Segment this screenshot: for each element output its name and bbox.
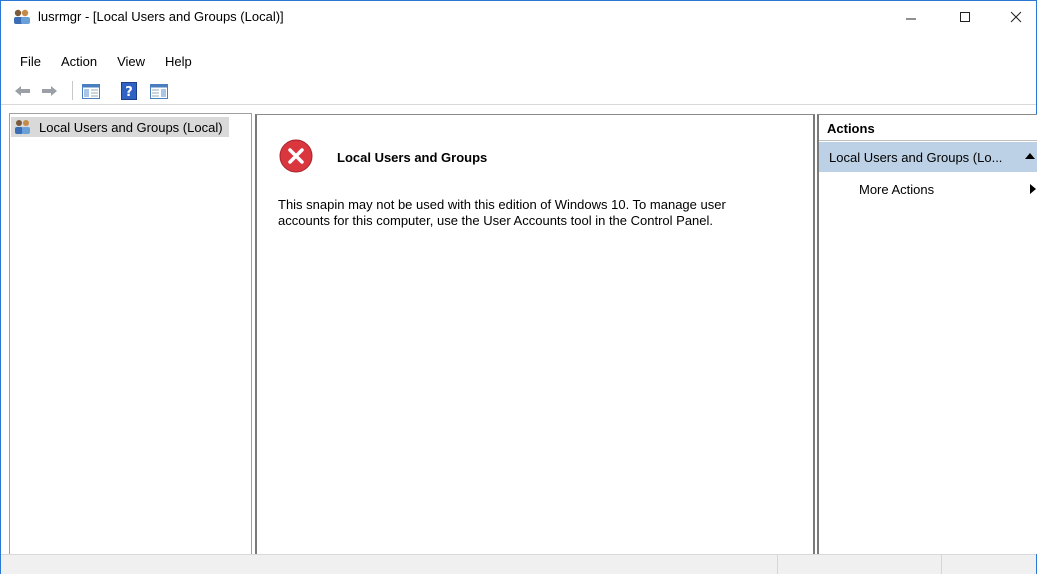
toolbar: ? — [1, 77, 1036, 105]
actions-pane: Actions Local Users and Groups (Lo... Mo… — [817, 114, 1037, 554]
status-segment — [941, 555, 942, 574]
actions-header-label: Actions — [827, 121, 875, 136]
title-bar[interactable]: lusrmgr - [Local Users and Groups (Local… — [1, 1, 1036, 33]
close-button[interactable] — [996, 1, 1036, 33]
menu-view[interactable]: View — [104, 51, 152, 73]
actions-section-label: Local Users and Groups (Lo... — [829, 150, 1003, 165]
menu-help[interactable]: Help — [152, 51, 199, 73]
actions-section-header[interactable]: Local Users and Groups (Lo... — [819, 142, 1037, 172]
message-body: This snapin may not be used with this ed… — [278, 197, 726, 228]
show-hide-console-tree-icon — [82, 83, 100, 99]
submenu-arrow-icon — [1030, 184, 1036, 194]
help-button[interactable]: ? — [119, 81, 139, 101]
users-app-icon — [14, 9, 30, 24]
toolbar-separator — [72, 81, 73, 100]
collapse-up-icon — [1025, 153, 1035, 159]
svg-text:?: ? — [125, 85, 133, 100]
users-groups-icon — [15, 120, 30, 134]
help-icon: ? — [121, 82, 137, 100]
minimize-icon — [906, 18, 916, 20]
maximize-icon — [960, 12, 970, 22]
back-arrow-icon — [15, 86, 30, 96]
window-title: lusrmgr - [Local Users and Groups (Local… — [38, 9, 284, 24]
more-actions-item[interactable]: More Actions — [859, 182, 934, 197]
tree-item-local-users-and-groups[interactable]: Local Users and Groups (Local) — [11, 117, 229, 137]
maximize-button[interactable] — [942, 1, 988, 33]
show-hide-action-pane-button[interactable] — [149, 81, 169, 101]
back-button[interactable] — [13, 81, 33, 101]
menu-action[interactable]: Action — [48, 51, 104, 73]
menu-file[interactable]: File — [1, 51, 48, 73]
tree-item-label: Local Users and Groups (Local) — [39, 119, 223, 135]
status-bar — [1, 554, 1036, 574]
forward-arrow-icon — [42, 86, 57, 96]
status-segment — [777, 555, 778, 574]
console-tree-pane: Local Users and Groups (Local) — [9, 113, 252, 555]
error-icon — [279, 139, 313, 173]
show-hide-action-pane-icon — [150, 83, 168, 99]
mmc-window: lusrmgr - [Local Users and Groups (Local… — [0, 0, 1037, 574]
menu-bar: File Action View Help — [1, 51, 199, 73]
actions-header: Actions — [819, 115, 1037, 141]
result-pane: Local Users and Groups This snapin may n… — [255, 114, 815, 556]
close-icon — [1010, 11, 1022, 23]
message-title: Local Users and Groups — [337, 150, 488, 165]
show-hide-console-tree-button[interactable] — [81, 81, 101, 101]
minimize-button[interactable] — [888, 1, 934, 33]
forward-button[interactable] — [39, 81, 59, 101]
